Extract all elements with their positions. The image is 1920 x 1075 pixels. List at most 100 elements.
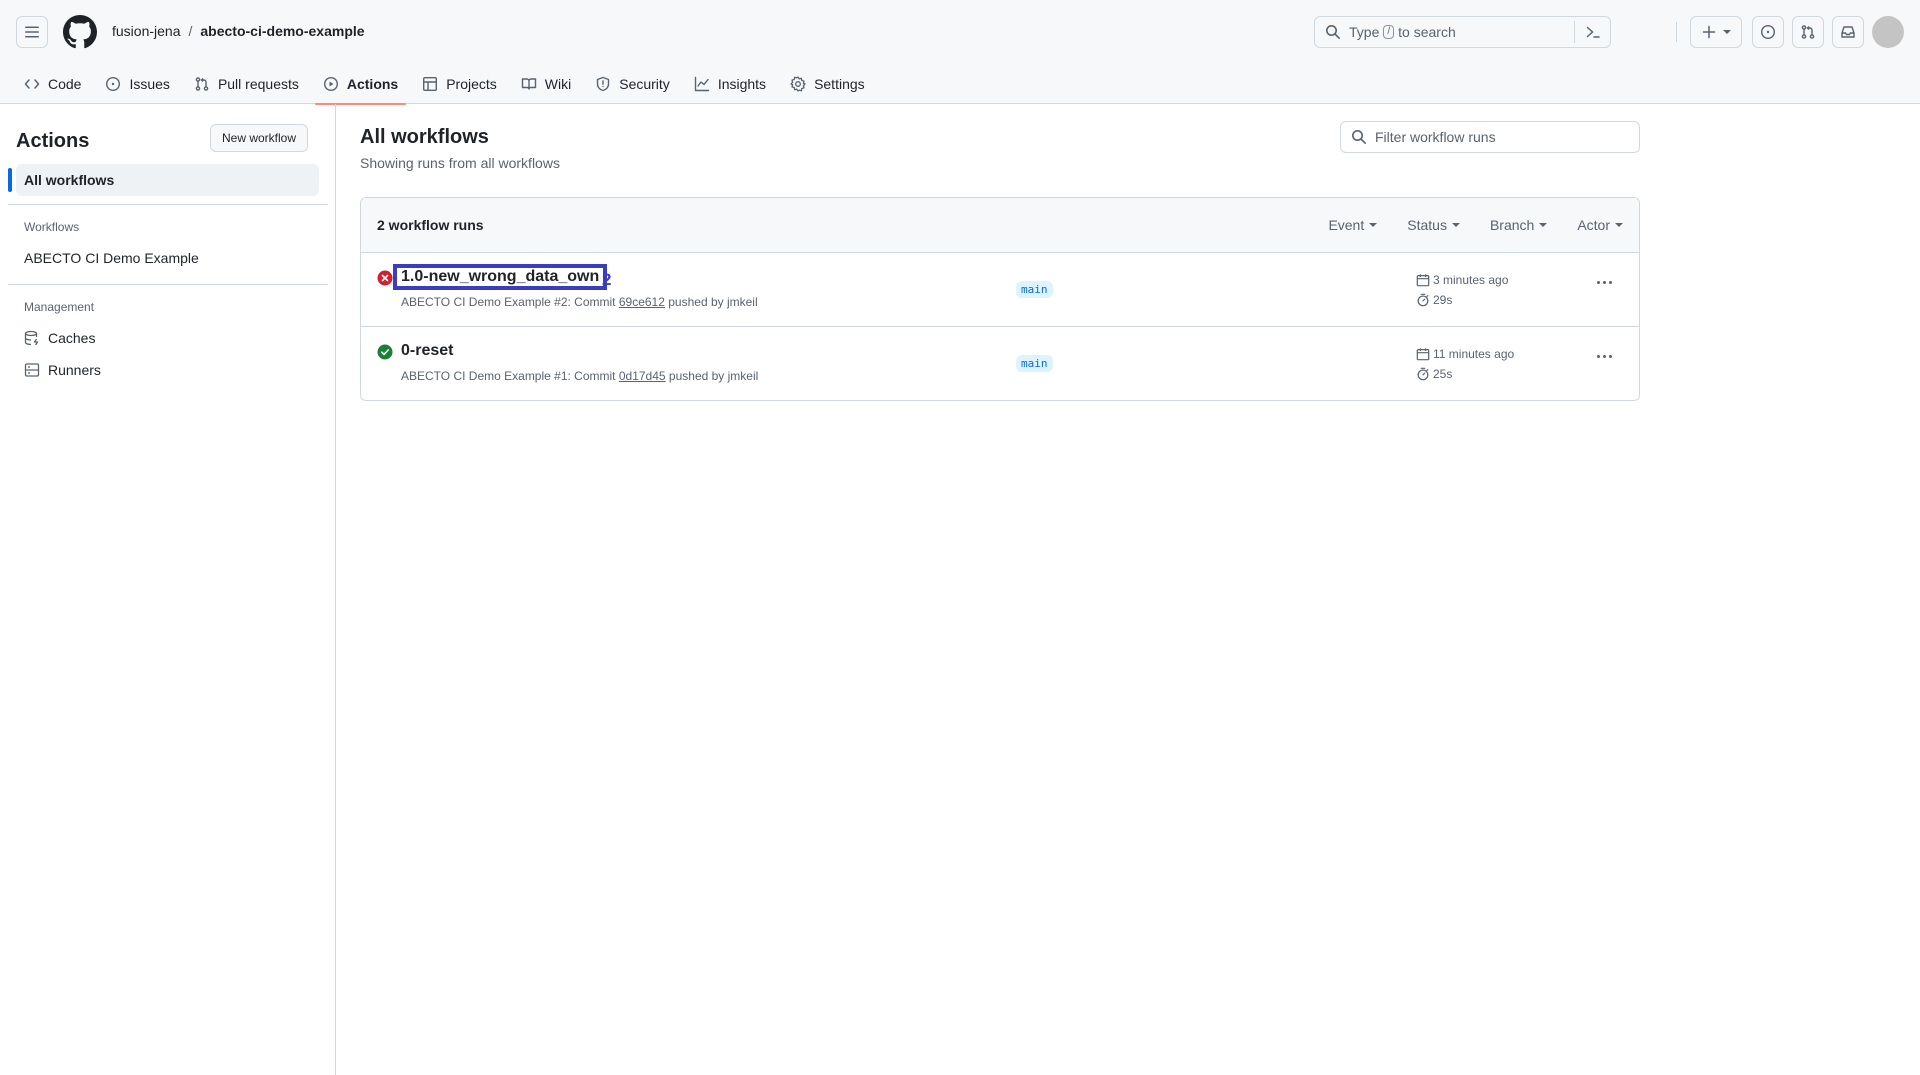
sidebar-item-workflow[interactable]: ABECTO CI Demo Example [24,250,199,266]
run-timing: 3 minutes ago 29s [1416,273,1508,307]
failure-x-icon [377,270,393,286]
event-filter-dropdown[interactable]: Event [1328,217,1378,233]
book-icon [521,78,536,90]
management-heading: Management [24,300,95,314]
user-avatar[interactable] [1872,16,1904,48]
success-check-icon [377,344,393,360]
run-duration: 29s [1433,293,1453,307]
stopwatch-icon [1417,367,1429,381]
command-palette-button[interactable] [1574,21,1610,43]
table-icon [423,77,438,92]
run-options-button[interactable] [1597,355,1612,358]
tab-wiki[interactable]: Wiki [513,64,579,104]
branch-badge[interactable]: main [1016,281,1053,298]
sidebar-item-caches[interactable]: Caches [24,330,95,346]
caret-down-icon [1615,223,1623,227]
sidebar-item-label: Caches [48,330,96,346]
sidebar-divider [8,284,328,285]
search-icon [1326,25,1340,39]
global-search-input[interactable]: Type / to search [1314,16,1611,48]
terminal-icon [1586,26,1600,38]
github-icon [63,15,97,49]
run-options-button[interactable] [1597,281,1612,284]
page-title: All workflows [360,126,489,148]
hamburger-icon [25,26,39,38]
tab-code[interactable]: Code [16,64,89,104]
sidebar-item-runners[interactable]: Runners [24,362,101,378]
sidebar-divider [8,204,328,205]
repo-link[interactable]: abecto-ci-demo-example [200,23,364,39]
commit-sha-link[interactable]: 0d17d45 [619,369,666,383]
pull-requests-button[interactable] [1792,16,1824,48]
status-filter-dropdown[interactable]: Status [1407,217,1460,233]
pull-request-icon [1801,25,1815,39]
filter-label: Actor [1577,217,1610,233]
page-subtitle: Showing runs from all workflows [360,155,560,171]
search-icon [1352,130,1366,144]
filter-label: Event [1328,217,1365,233]
header-divider [1676,22,1677,42]
filter-label: Branch [1489,217,1535,233]
tab-label: Security [619,76,670,92]
run-pushed-by: pushed by jmkeil [668,295,758,309]
highlight-label: 2 [602,270,612,289]
tab-label: Code [48,76,82,92]
tab-label: Actions [346,76,399,92]
breadcrumb-separator: / [188,23,193,39]
inbox-button[interactable] [1832,16,1864,48]
tab-label: Wiki [544,76,572,92]
actor-filter-dropdown[interactable]: Actor [1577,217,1623,233]
actions-sidebar: Actions New workflow All workflows Workf… [0,104,336,1075]
tab-pull-requests[interactable]: Pull requests [186,64,307,104]
create-new-button[interactable] [1690,16,1742,48]
workflow-run-row[interactable]: 0-reset ABECTO CI Demo Example #1: Commi… [361,327,1639,400]
run-workflow-text: ABECTO CI Demo Example #1: Commit [401,369,616,383]
pull-request-icon [195,77,209,91]
new-workflow-button[interactable]: New workflow [210,124,309,152]
sidebar-title: Actions [16,130,90,152]
tab-label: Projects [446,76,497,92]
branch-badge[interactable]: main [1016,355,1053,372]
tab-projects[interactable]: Projects [414,64,505,104]
run-meta: ABECTO CI Demo Example #2: Commit 69ce61… [401,295,758,309]
repo-nav: Code Issues Pull requests Actions Projec… [16,64,873,105]
run-title-link[interactable]: 0-reset [396,341,458,361]
tab-label: Insights [717,76,767,92]
search-placeholder-suffix: to search [1398,24,1456,40]
commit-sha-link[interactable]: 69ce612 [619,295,665,309]
github-logo[interactable] [63,15,97,49]
calendar-icon [1416,274,1430,287]
issue-icon [1760,24,1776,40]
search-placeholder-prefix: Type [1349,24,1380,40]
shield-icon [597,76,610,92]
run-time: 11 minutes ago [1433,347,1515,361]
filter-workflow-runs-input[interactable]: Filter workflow runs [1340,121,1640,153]
issues-button[interactable] [1752,16,1784,48]
run-meta: ABECTO CI Demo Example #1: Commit 0d17d4… [401,369,758,383]
calendar-icon [1416,348,1430,361]
owner-link[interactable]: fusion-jena [112,23,181,39]
filter-label: Status [1407,217,1447,233]
tab-insights[interactable]: Insights [686,64,774,104]
runs-filters: Event Status Branch Actor [1328,217,1623,233]
tab-security[interactable]: Security [587,64,678,104]
branch-filter-dropdown[interactable]: Branch [1489,217,1548,233]
tab-label: Settings [814,76,865,92]
top-bar: fusion-jena / abecto-ci-demo-example Typ… [0,0,1920,64]
server-icon [24,363,40,377]
tab-settings[interactable]: Settings [782,64,873,104]
run-title-link[interactable]: 1.0-new_wrong_data_own [392,264,608,290]
caret-down-icon [1451,223,1460,227]
run-timing: 11 minutes ago 25s [1416,347,1514,381]
tab-actions[interactable]: Actions [314,64,407,105]
tab-issues[interactable]: Issues [97,64,177,104]
workflow-runs-list: 2 workflow runs Event Status Branch Acto… [360,197,1640,401]
database-icon [24,330,39,346]
menu-button[interactable] [16,16,48,48]
sidebar-item-all-workflows[interactable]: All workflows [8,164,319,196]
run-workflow-text: ABECTO CI Demo Example #2: Commit [401,295,616,309]
search-shortcut-key: / [1383,25,1395,39]
workflow-run-row[interactable]: 1.0-new_wrong_data_own 2 ABECTO CI Demo … [361,253,1639,327]
tab-label: Issues [129,76,170,92]
run-time: 3 minutes ago [1433,273,1509,287]
